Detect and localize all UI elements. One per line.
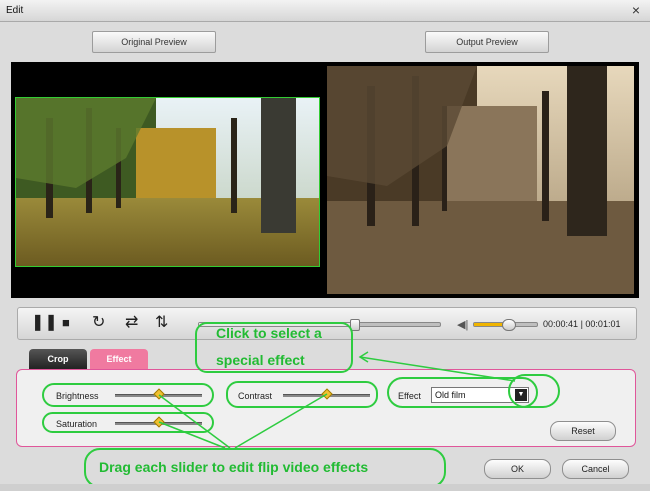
annotation-arrows xyxy=(158,351,516,449)
window-bottom-edge xyxy=(0,484,650,491)
